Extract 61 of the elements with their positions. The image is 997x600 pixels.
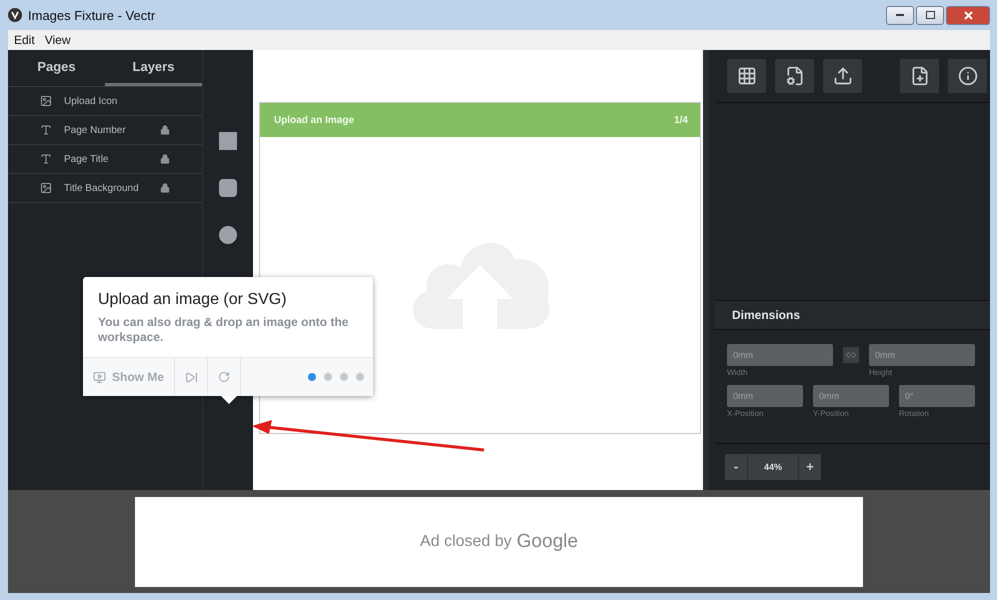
maximize-icon xyxy=(926,11,934,19)
zoom-value: 44% xyxy=(747,454,799,480)
info-icon xyxy=(958,66,978,86)
layer-name: Upload Icon xyxy=(64,96,118,106)
export-button[interactable] xyxy=(823,58,862,93)
layer-name: Page Number xyxy=(64,124,127,136)
field-label: Height xyxy=(869,368,894,378)
export-icon xyxy=(832,66,852,86)
link-icon xyxy=(846,350,856,360)
grid-button[interactable] xyxy=(727,58,766,93)
step-dot[interactable] xyxy=(340,373,348,381)
image-icon xyxy=(40,182,52,194)
step-dot[interactable] xyxy=(324,373,332,381)
grid-icon xyxy=(736,66,756,86)
artboard-title: Upload an Image xyxy=(274,114,354,126)
menu-item[interactable]: View xyxy=(44,33,70,47)
circle-tool[interactable] xyxy=(219,226,237,244)
menu-item[interactable]: Edit xyxy=(14,33,35,47)
layer-row[interactable]: Page Title xyxy=(8,145,202,174)
lock-icon[interactable] xyxy=(160,154,170,164)
zoom-out-button[interactable]: - xyxy=(725,454,747,480)
field-label: Rotation xyxy=(899,409,930,418)
step-dot[interactable] xyxy=(308,373,316,381)
text-icon xyxy=(40,153,52,165)
maximize-button[interactable] xyxy=(916,6,944,24)
skip-forward-icon xyxy=(184,370,198,384)
ad-brand: Google xyxy=(516,531,578,553)
page-settings-button[interactable] xyxy=(775,58,814,93)
layer-row[interactable]: Page Number xyxy=(8,116,202,145)
step-dot[interactable] xyxy=(356,373,364,381)
redo-icon xyxy=(218,371,230,383)
page-number: 1/4 xyxy=(674,114,688,126)
close-icon xyxy=(964,10,972,20)
lock-icon[interactable] xyxy=(160,125,170,135)
monitor-play-icon xyxy=(93,370,106,384)
field-label: Y-Position xyxy=(813,409,850,418)
layer-name: Page Title xyxy=(64,154,110,164)
field-label: X-Position xyxy=(727,409,764,418)
tooltip-title: Upload an image (or SVG) xyxy=(97,290,288,310)
panel-tab[interactable]: Pages xyxy=(8,50,105,86)
lock-icon[interactable] xyxy=(160,183,170,193)
add-page-icon xyxy=(910,66,930,86)
minimize-button[interactable] xyxy=(886,6,914,24)
field-label: Width xyxy=(727,368,748,378)
text-icon xyxy=(40,124,52,136)
close-button[interactable] xyxy=(946,6,990,24)
dimensions-heading: Dimensions xyxy=(715,301,990,330)
link-button[interactable] xyxy=(843,347,859,364)
image-icon xyxy=(40,95,52,107)
rounded-square-tool[interactable] xyxy=(219,179,237,197)
zoom-in-button[interactable]: + xyxy=(799,454,821,480)
app-logo-icon xyxy=(8,8,22,22)
page-settings-icon xyxy=(784,66,804,86)
layer-name: Title Background xyxy=(64,182,140,194)
minimize-icon xyxy=(896,14,904,16)
window-title: Images Fixture - Vectr xyxy=(28,8,156,22)
ad-text: Ad closed by xyxy=(420,533,512,551)
tooltip-text: You can also drag & drop an image onto the workspace. xyxy=(97,315,350,346)
layer-row[interactable]: Title Background xyxy=(8,174,202,203)
info-button[interactable] xyxy=(948,58,987,93)
add-page-button[interactable] xyxy=(900,58,939,93)
